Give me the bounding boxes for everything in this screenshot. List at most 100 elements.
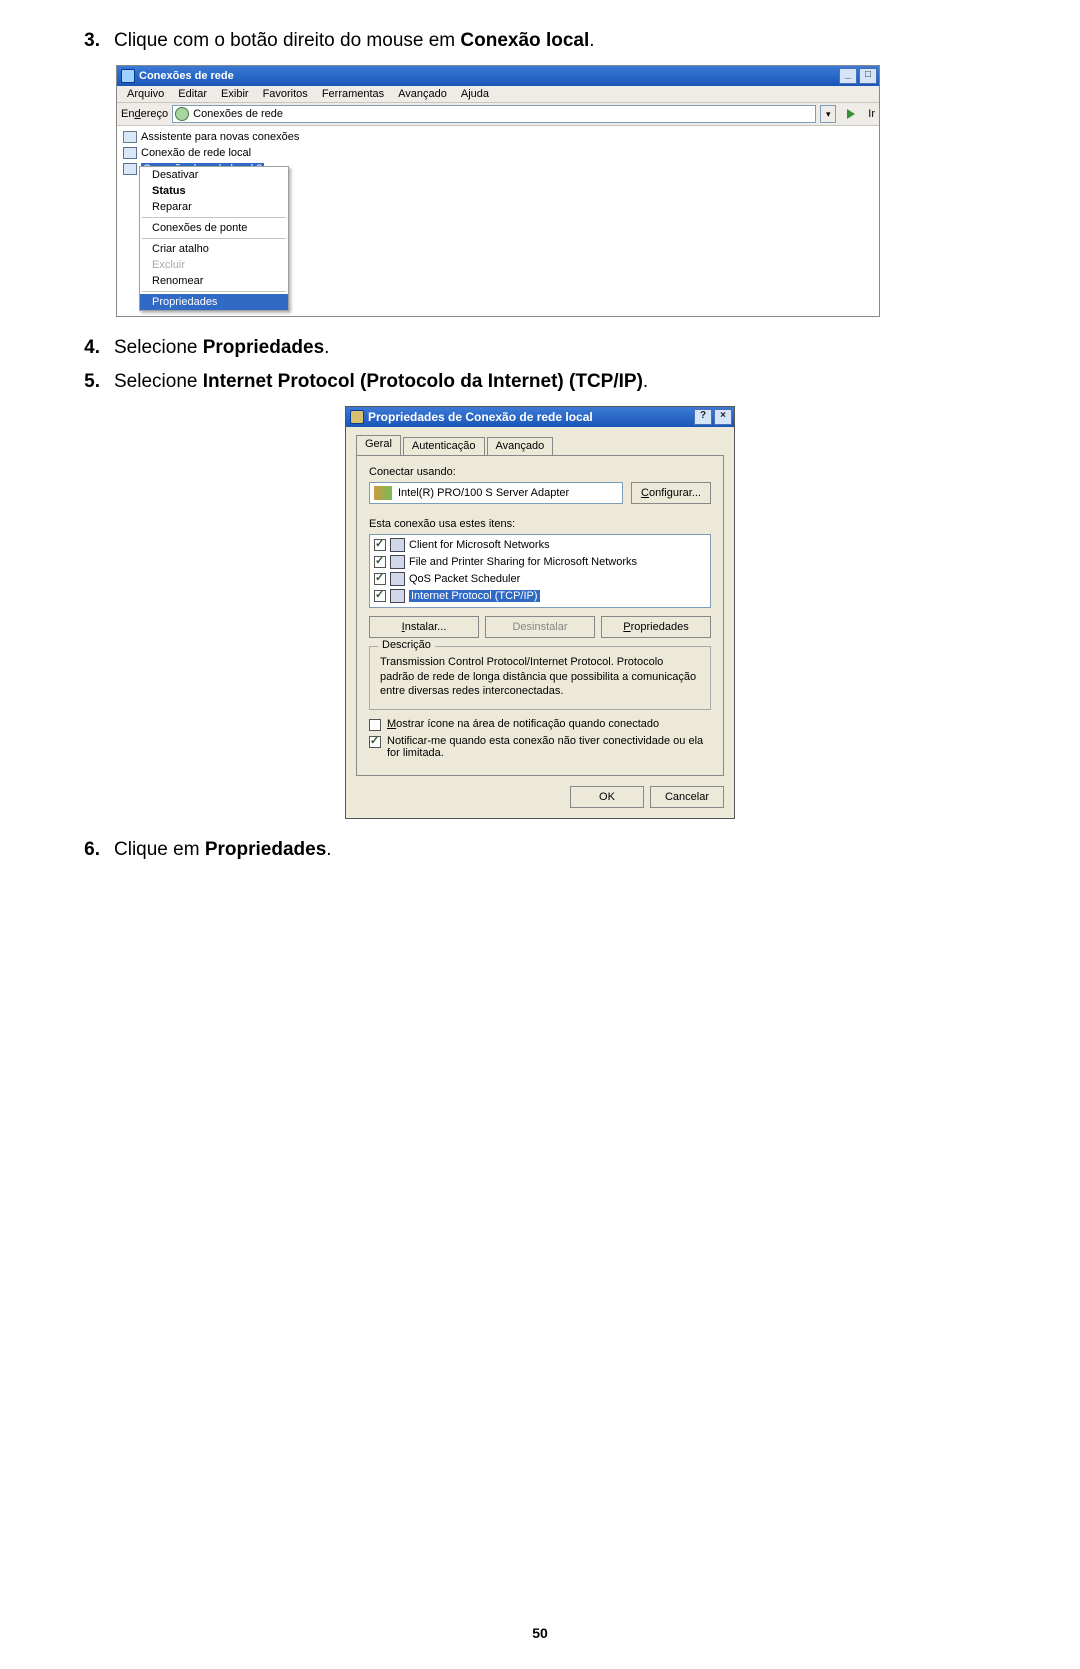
address-value: Conexões de rede bbox=[193, 108, 283, 120]
context-menu: Desativar Status Reparar Conexões de pon… bbox=[139, 166, 289, 311]
lan-icon bbox=[123, 163, 137, 175]
step-6: 6. Clique em Propriedades. bbox=[80, 837, 1000, 864]
tab-geral[interactable]: Geral bbox=[356, 435, 401, 455]
go-label: Ir bbox=[868, 108, 875, 120]
description-text: Transmission Control Protocol/Internet P… bbox=[380, 655, 700, 700]
list-item-label: File and Printer Sharing for Microsoft N… bbox=[409, 556, 637, 568]
menu-favoritos[interactable]: Favoritos bbox=[263, 88, 308, 100]
ctx-separator bbox=[142, 217, 286, 218]
menu-editar[interactable]: Editar bbox=[178, 88, 207, 100]
list-item-selected[interactable]: Internet Protocol (TCP/IP) bbox=[372, 588, 708, 605]
step-6-text-c: . bbox=[326, 839, 331, 860]
step-4-text-c: . bbox=[324, 337, 329, 358]
ctx-separator bbox=[142, 238, 286, 239]
install-button[interactable]: Instalar... bbox=[369, 616, 479, 638]
notify-checkbox-row[interactable]: Notificar-me quando esta conexão não tiv… bbox=[369, 735, 711, 759]
list-item-selected-label: Internet Protocol (TCP/IP) bbox=[409, 590, 540, 602]
page-number: 50 bbox=[0, 1625, 1080, 1641]
step-6-text-bold: Propriedades bbox=[205, 839, 326, 860]
ctx-desativar[interactable]: Desativar bbox=[140, 167, 288, 183]
ctx-separator bbox=[142, 291, 286, 292]
step-3-text: Clique com o botão direito do mouse em C… bbox=[114, 28, 1000, 55]
step-3-text-a: Clique com o botão direito do mouse em bbox=[114, 30, 460, 51]
menu-avancado[interactable]: Avançado bbox=[398, 88, 447, 100]
step-6-text: Clique em Propriedades. bbox=[114, 837, 1000, 864]
step-6-number: 6. bbox=[80, 837, 114, 864]
window-controls: _ □ bbox=[839, 68, 877, 84]
tree-item-lan1[interactable]: Conexão de rede local bbox=[123, 146, 873, 161]
lan-properties-dialog: Propriedades de Conexão de rede local ? … bbox=[345, 406, 735, 820]
step-5-number: 5. bbox=[80, 369, 114, 396]
dialog-title: Propriedades de Conexão de rede local bbox=[368, 410, 593, 424]
ctx-propriedades[interactable]: Propriedades bbox=[140, 294, 288, 310]
show-icon-checkbox-row[interactable]: Mostrar ícone na área de notificação qua… bbox=[369, 718, 711, 731]
ok-button[interactable]: OK bbox=[570, 786, 644, 808]
step-4: 4. Selecione Propriedades. bbox=[80, 335, 1000, 362]
menu-arquivo[interactable]: Arquivo bbox=[127, 88, 164, 100]
adapter-icon bbox=[374, 486, 392, 500]
description-legend: Descrição bbox=[378, 639, 435, 651]
checkbox-icon[interactable] bbox=[374, 590, 386, 602]
ctx-criar-atalho[interactable]: Criar atalho bbox=[140, 241, 288, 257]
list-item[interactable]: Client for Microsoft Networks bbox=[372, 537, 708, 554]
tab-autenticacao[interactable]: Autenticação bbox=[403, 437, 485, 455]
step-5-text-c: . bbox=[643, 371, 648, 392]
items-listbox[interactable]: Client for Microsoft Networks File and P… bbox=[369, 534, 711, 608]
description-group: Descrição Transmission Control Protocol/… bbox=[369, 646, 711, 711]
maximize-button[interactable]: □ bbox=[859, 68, 877, 84]
adapter-row: Intel(R) PRO/100 S Server Adapter Config… bbox=[369, 482, 711, 504]
menu-ferramentas[interactable]: Ferramentas bbox=[322, 88, 384, 100]
ctx-ponte[interactable]: Conexões de ponte bbox=[140, 220, 288, 236]
go-button[interactable] bbox=[840, 105, 862, 123]
step-5: 5. Selecione Internet Protocol (Protocol… bbox=[80, 369, 1000, 396]
network-connections-window: Conexões de rede _ □ Arquivo Editar Exib… bbox=[116, 65, 880, 317]
step-4-text-a: Selecione bbox=[114, 337, 203, 358]
step-5-text-a: Selecione bbox=[114, 371, 203, 392]
menu-exibir[interactable]: Exibir bbox=[221, 88, 249, 100]
protocol-icon bbox=[390, 589, 405, 603]
cancel-button[interactable]: Cancelar bbox=[650, 786, 724, 808]
close-button[interactable]: × bbox=[714, 409, 732, 425]
network-places-icon bbox=[175, 107, 189, 121]
tree-item-wizard[interactable]: Assistente para novas conexões bbox=[123, 130, 873, 145]
list-button-row: Instalar... Desinstalar Propriedades bbox=[369, 616, 711, 638]
notify-label: Notificar-me quando esta conexão não tiv… bbox=[387, 735, 711, 759]
tree-item-label: Conexão de rede local bbox=[141, 147, 251, 159]
items-label: Esta conexão usa estes itens: bbox=[369, 518, 711, 530]
step-4-text: Selecione Propriedades. bbox=[114, 335, 1000, 362]
checkbox-icon[interactable] bbox=[374, 556, 386, 568]
dialog-controls: ? × bbox=[694, 409, 732, 425]
connect-using-label: Conectar usando: bbox=[369, 466, 711, 478]
configure-button[interactable]: Configurar... bbox=[631, 482, 711, 504]
checkbox-icon[interactable] bbox=[369, 736, 381, 748]
step-3-text-bold: Conexão local bbox=[460, 30, 589, 51]
step-6-text-a: Clique em bbox=[114, 839, 205, 860]
step-5-text-bold: Internet Protocol (Protocolo da Internet… bbox=[203, 371, 643, 392]
tab-avancado[interactable]: Avançado bbox=[487, 437, 554, 455]
address-bar: Endereço Conexões de rede ▾ Ir bbox=[117, 103, 879, 126]
step-3-number: 3. bbox=[80, 28, 114, 55]
service-icon bbox=[390, 555, 405, 569]
menu-ajuda[interactable]: Ajuda bbox=[461, 88, 489, 100]
document-page: 3. Clique com o botão direito do mouse e… bbox=[0, 0, 1080, 864]
minimize-button[interactable]: _ bbox=[839, 68, 857, 84]
step-4-text-bold: Propriedades bbox=[203, 337, 324, 358]
list-item[interactable]: QoS Packet Scheduler bbox=[372, 571, 708, 588]
properties-button[interactable]: Propriedades bbox=[601, 616, 711, 638]
checkbox-icon[interactable] bbox=[374, 539, 386, 551]
adapter-name: Intel(R) PRO/100 S Server Adapter bbox=[398, 487, 569, 499]
service-icon bbox=[390, 572, 405, 586]
address-input[interactable]: Conexões de rede bbox=[172, 105, 816, 123]
ctx-reparar[interactable]: Reparar bbox=[140, 199, 288, 215]
lan-icon bbox=[123, 147, 137, 159]
ctx-status[interactable]: Status bbox=[140, 183, 288, 199]
checkbox-icon[interactable] bbox=[369, 719, 381, 731]
help-button[interactable]: ? bbox=[694, 409, 712, 425]
list-item[interactable]: File and Printer Sharing for Microsoft N… bbox=[372, 554, 708, 571]
address-dropdown-button[interactable]: ▾ bbox=[820, 105, 836, 123]
uninstall-button: Desinstalar bbox=[485, 616, 595, 638]
step-5-text: Selecione Internet Protocol (Protocolo d… bbox=[114, 369, 1000, 396]
dialog-titlebar: Propriedades de Conexão de rede local ? … bbox=[346, 407, 734, 427]
checkbox-icon[interactable] bbox=[374, 573, 386, 585]
ctx-renomear[interactable]: Renomear bbox=[140, 273, 288, 289]
